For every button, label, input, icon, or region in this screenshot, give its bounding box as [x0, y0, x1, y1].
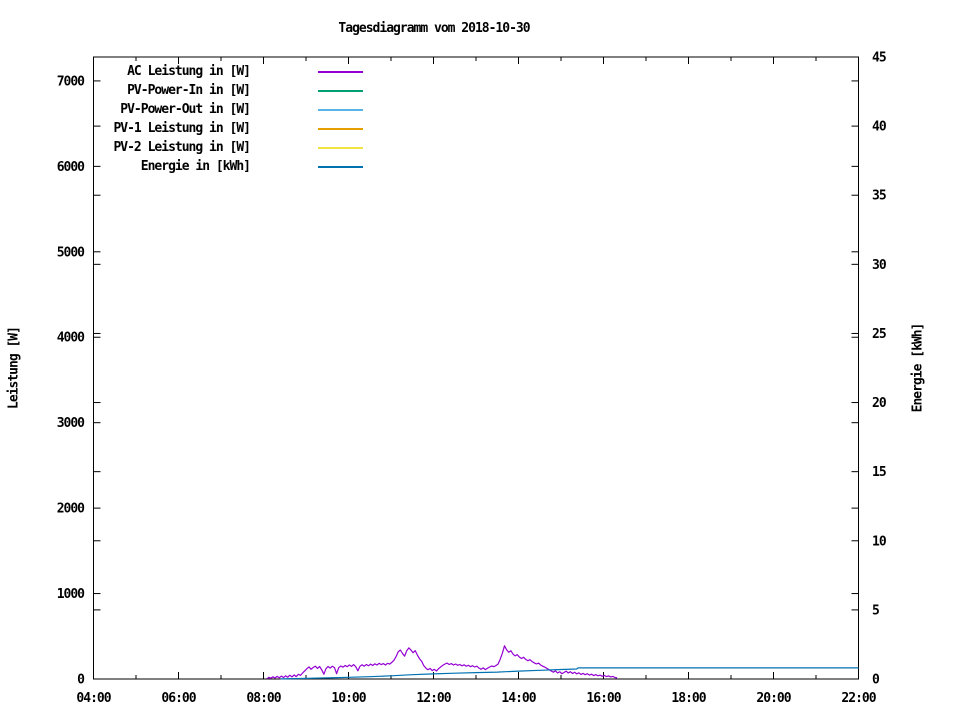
- svg-text:0: 0: [872, 673, 880, 688]
- svg-text:5: 5: [872, 603, 879, 618]
- legend-label-pv-power-in: PV-Power-In in [W]: [127, 83, 251, 98]
- svg-text:4000: 4000: [57, 331, 85, 346]
- legend-line-sample-pv-power-out: [318, 108, 363, 111]
- legend: AC Leistung in [W] PV-Power-In in [W] PV…: [0, 62, 363, 176]
- legend-item-energie: Energie in [kWh]: [0, 157, 363, 176]
- svg-text:14:00: 14:00: [501, 691, 536, 706]
- svg-text:0: 0: [77, 673, 85, 688]
- svg-text:22:00: 22:00: [841, 691, 876, 706]
- svg-text:5000: 5000: [57, 245, 85, 260]
- legend-item-pv2-leistung: PV-2 Leistung in [W]: [0, 138, 363, 157]
- svg-text:15: 15: [872, 465, 886, 480]
- legend-label-pv1-leistung: PV-1 Leistung in [W]: [113, 121, 251, 136]
- svg-text:40: 40: [872, 120, 887, 135]
- svg-text:35: 35: [872, 189, 886, 204]
- svg-text:20: 20: [872, 396, 887, 411]
- svg-text:20:00: 20:00: [756, 691, 791, 706]
- tagesdiagramm-chart: Tagesdiagramm vom 2018-10-30 Leistung [W…: [0, 0, 960, 720]
- svg-text:10:00: 10:00: [331, 691, 366, 706]
- svg-text:3000: 3000: [57, 416, 85, 431]
- svg-text:30: 30: [872, 258, 887, 273]
- svg-text:18:00: 18:00: [671, 691, 706, 706]
- svg-text:10: 10: [872, 534, 887, 549]
- legend-label-pv2-leistung: PV-2 Leistung in [W]: [113, 140, 251, 155]
- legend-label-pv-power-out: PV-Power-Out in [W]: [120, 102, 251, 117]
- svg-text:06:00: 06:00: [161, 691, 196, 706]
- svg-text:12:00: 12:00: [416, 691, 451, 706]
- legend-item-pv1-leistung: PV-1 Leistung in [W]: [0, 119, 363, 138]
- svg-text:1000: 1000: [57, 587, 85, 602]
- svg-text:45: 45: [872, 51, 886, 66]
- legend-label-ac-leistung: AC Leistung in [W]: [127, 64, 251, 79]
- legend-label-energie: Energie in [kWh]: [140, 159, 251, 174]
- legend-item-pv-power-out: PV-Power-Out in [W]: [0, 100, 363, 119]
- svg-text:16:00: 16:00: [586, 691, 621, 706]
- legend-line-sample-ac-leistung: [318, 70, 363, 73]
- svg-text:25: 25: [872, 327, 886, 342]
- legend-item-pv-power-in: PV-Power-In in [W]: [0, 81, 363, 100]
- svg-text:04:00: 04:00: [76, 691, 111, 706]
- legend-item-ac-leistung: AC Leistung in [W]: [0, 62, 363, 81]
- svg-text:08:00: 08:00: [246, 691, 281, 706]
- legend-line-sample-pv2-leistung: [318, 146, 363, 149]
- svg-text:2000: 2000: [57, 502, 85, 517]
- legend-line-sample-energie: [318, 165, 363, 168]
- legend-line-sample-pv-power-in: [318, 89, 363, 92]
- series-line-5: [280, 667, 859, 680]
- legend-line-sample-pv1-leistung: [318, 127, 363, 130]
